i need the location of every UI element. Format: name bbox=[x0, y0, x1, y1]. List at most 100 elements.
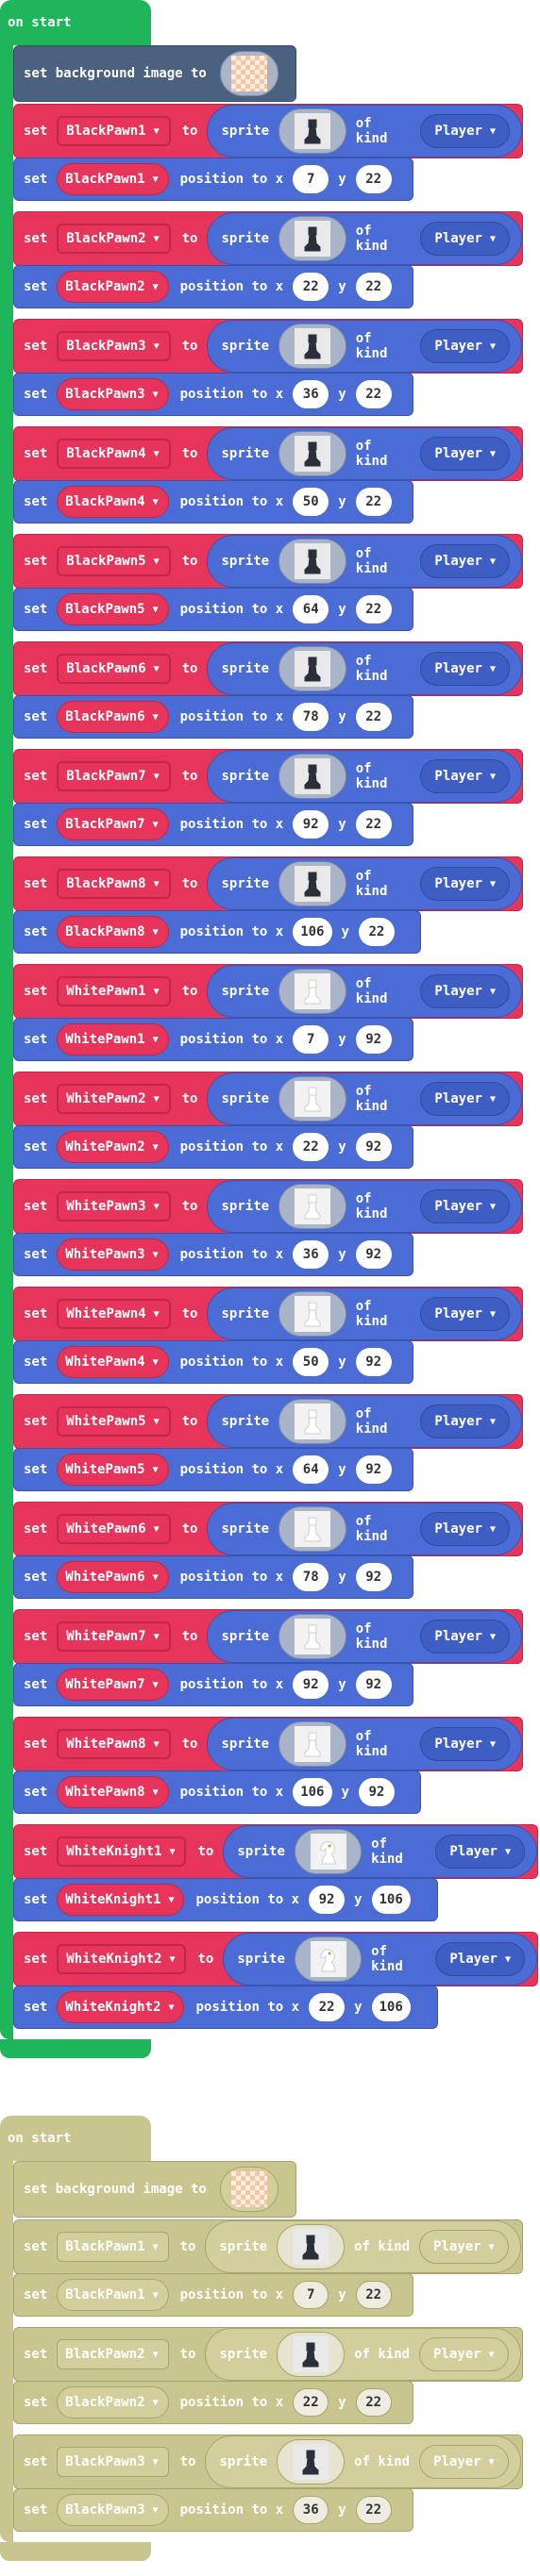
set-sprite-block[interactable]: set WhitePawn7 ▼ to sprite of kind Player ▼ bbox=[13, 1609, 523, 1664]
variable-dropdown[interactable]: WhitePawn3 ▼ bbox=[57, 1238, 169, 1271]
variable-dropdown[interactable]: WhiteKnight1 ▼ bbox=[57, 1884, 185, 1916]
set-position-block[interactable]: set WhitePawn8 ▼ position to x 106 y 92 bbox=[13, 1770, 421, 1814]
x-value-input[interactable]: 22 bbox=[293, 1133, 329, 1161]
variable-dropdown[interactable]: WhiteKnight2 ▼ bbox=[57, 1991, 185, 2023]
set-sprite-block[interactable]: set BlackPawn2 ▼ to sprite of kind Player ▼ bbox=[13, 2327, 523, 2382]
sprite-image-picker[interactable] bbox=[278, 216, 346, 261]
set-sprite-block[interactable]: set WhitePawn2 ▼ to sprite of kind Player ▼ bbox=[13, 1072, 523, 1126]
sprite-create-block[interactable]: sprite of kind Player ▼ bbox=[207, 857, 522, 910]
set-position-block[interactable]: set WhiteKnight1 ▼ position to x 92 y 106 bbox=[13, 1878, 438, 1921]
x-value-input[interactable]: 7 bbox=[293, 2281, 329, 2309]
variable-dropdown[interactable]: BlackPawn8 ▼ bbox=[57, 869, 171, 899]
set-background-block[interactable]: set background image to bbox=[13, 45, 296, 102]
kind-dropdown[interactable]: Player ▼ bbox=[420, 759, 510, 793]
x-value-input[interactable]: 50 bbox=[293, 488, 329, 516]
variable-dropdown[interactable]: BlackPawn1 ▼ bbox=[57, 163, 169, 195]
y-value-input[interactable]: 92 bbox=[355, 1025, 392, 1054]
x-value-input[interactable]: 22 bbox=[293, 273, 329, 301]
set-sprite-block[interactable]: set BlackPawn6 ▼ to sprite of kind Player ▼ bbox=[13, 641, 523, 696]
variable-dropdown[interactable]: BlackPawn3 ▼ bbox=[57, 331, 171, 361]
kind-dropdown[interactable]: Player ▼ bbox=[420, 867, 510, 901]
sprite-image-picker[interactable] bbox=[277, 2224, 346, 2269]
kind-dropdown[interactable]: Player ▼ bbox=[420, 222, 510, 256]
variable-dropdown[interactable]: BlackPawn2 ▼ bbox=[57, 2339, 169, 2369]
sprite-image-picker[interactable] bbox=[278, 969, 346, 1014]
set-position-block[interactable]: set WhitePawn7 ▼ position to x 92 y 92 bbox=[13, 1663, 413, 1706]
background-image-picker[interactable] bbox=[219, 51, 278, 96]
set-sprite-block[interactable]: set WhitePawn4 ▼ to sprite of kind Player ▼ bbox=[13, 1287, 523, 1341]
set-position-block[interactable]: set BlackPawn1 ▼ position to x 7 y 22 bbox=[13, 2273, 413, 2317]
y-value-input[interactable]: 106 bbox=[371, 1886, 411, 1914]
variable-dropdown[interactable]: WhitePawn7 ▼ bbox=[57, 1621, 171, 1652]
variable-dropdown[interactable]: BlackPawn7 ▼ bbox=[57, 761, 171, 791]
x-value-input[interactable]: 36 bbox=[293, 2496, 329, 2524]
set-sprite-block[interactable]: set BlackPawn1 ▼ to sprite of kind Player ▼ bbox=[13, 2219, 523, 2274]
kind-dropdown[interactable]: Player ▼ bbox=[420, 329, 510, 363]
set-sprite-block[interactable]: set WhiteKnight1 ▼ to sprite of kind Player ▼ bbox=[13, 1824, 538, 1879]
variable-dropdown[interactable]: WhiteKnight2 ▼ bbox=[57, 1944, 187, 1974]
set-sprite-block[interactable]: set BlackPawn2 ▼ to sprite of kind Player ▼ bbox=[13, 211, 523, 266]
variable-dropdown[interactable]: WhitePawn3 ▼ bbox=[57, 1191, 171, 1222]
variable-dropdown[interactable]: BlackPawn1 ▼ bbox=[57, 116, 171, 146]
y-value-input[interactable]: 92 bbox=[355, 1563, 392, 1591]
variable-dropdown[interactable]: WhitePawn8 ▼ bbox=[57, 1776, 169, 1808]
sprite-create-block[interactable]: sprite of kind Player ▼ bbox=[223, 1933, 537, 1986]
set-sprite-block[interactable]: set BlackPawn8 ▼ to sprite of kind Player ▼ bbox=[13, 856, 523, 911]
x-value-input[interactable]: 22 bbox=[293, 2388, 329, 2417]
sprite-create-block[interactable]: sprite of kind Player ▼ bbox=[205, 2435, 521, 2488]
y-value-input[interactable]: 22 bbox=[355, 165, 392, 193]
set-sprite-block[interactable]: set WhitePawn3 ▼ to sprite of kind Player ▼ bbox=[13, 1179, 523, 1234]
set-sprite-block[interactable]: set BlackPawn4 ▼ to sprite of kind Player ▼ bbox=[13, 426, 523, 481]
variable-dropdown[interactable]: BlackPawn8 ▼ bbox=[57, 916, 169, 948]
sprite-create-block[interactable]: sprite of kind Player ▼ bbox=[207, 212, 522, 265]
sprite-create-block[interactable]: sprite of kind Player ▼ bbox=[207, 1503, 522, 1555]
x-value-input[interactable]: 22 bbox=[309, 1993, 346, 2021]
set-position-block[interactable]: set BlackPawn3 ▼ position to x 36 y 22 bbox=[13, 2488, 413, 2532]
y-value-input[interactable]: 106 bbox=[371, 1993, 411, 2021]
y-value-input[interactable]: 92 bbox=[355, 1240, 392, 1269]
sprite-create-block[interactable]: sprite of kind Player ▼ bbox=[207, 1180, 522, 1233]
variable-dropdown[interactable]: BlackPawn2 ▼ bbox=[57, 2386, 169, 2418]
set-position-block[interactable]: set BlackPawn6 ▼ position to x 78 y 22 bbox=[13, 695, 413, 739]
set-sprite-block[interactable]: set BlackPawn7 ▼ to sprite of kind Player ▼ bbox=[13, 749, 523, 804]
variable-dropdown[interactable]: BlackPawn6 ▼ bbox=[57, 701, 169, 733]
variable-dropdown[interactable]: WhitePawn5 ▼ bbox=[57, 1454, 169, 1486]
set-sprite-block[interactable]: set WhitePawn5 ▼ to sprite of kind Player ▼ bbox=[13, 1394, 523, 1449]
sprite-create-block[interactable]: sprite of kind Player ▼ bbox=[223, 1825, 537, 1878]
kind-dropdown[interactable]: Player ▼ bbox=[420, 1512, 510, 1546]
variable-dropdown[interactable]: BlackPawn3 ▼ bbox=[57, 2447, 169, 2477]
event-hat-block[interactable]: on start bbox=[0, 0, 151, 45]
sprite-create-block[interactable]: sprite of kind Player ▼ bbox=[207, 535, 522, 588]
set-position-block[interactable]: set WhitePawn5 ▼ position to x 64 y 92 bbox=[13, 1448, 413, 1491]
sprite-image-picker[interactable] bbox=[278, 754, 346, 799]
x-value-input[interactable]: 64 bbox=[293, 595, 329, 623]
variable-dropdown[interactable]: BlackPawn3 ▼ bbox=[57, 2494, 169, 2526]
sprite-create-block[interactable]: sprite of kind Player ▼ bbox=[207, 320, 522, 373]
variable-dropdown[interactable]: BlackPawn6 ▼ bbox=[57, 654, 171, 684]
x-value-input[interactable]: 7 bbox=[293, 165, 329, 193]
sprite-image-picker[interactable] bbox=[277, 2332, 346, 2377]
y-value-input[interactable]: 92 bbox=[355, 1133, 392, 1161]
kind-dropdown[interactable]: Player ▼ bbox=[420, 1727, 510, 1761]
x-value-input[interactable]: 92 bbox=[309, 1886, 346, 1914]
set-position-block[interactable]: set BlackPawn2 ▼ position to x 22 y 22 bbox=[13, 265, 413, 308]
kind-dropdown[interactable]: Player ▼ bbox=[420, 544, 510, 578]
y-value-input[interactable]: 22 bbox=[355, 380, 392, 408]
sprite-image-picker[interactable] bbox=[294, 1936, 363, 1982]
kind-dropdown[interactable]: Player ▼ bbox=[435, 1835, 525, 1869]
variable-dropdown[interactable]: WhitePawn4 ▼ bbox=[57, 1346, 169, 1378]
variable-dropdown[interactable]: WhitePawn6 ▼ bbox=[57, 1514, 171, 1544]
variable-dropdown[interactable]: WhitePawn7 ▼ bbox=[57, 1669, 169, 1701]
kind-dropdown[interactable]: Player ▼ bbox=[420, 114, 510, 148]
x-value-input[interactable]: 7 bbox=[293, 1025, 329, 1054]
variable-dropdown[interactable]: BlackPawn2 ▼ bbox=[57, 271, 169, 303]
variable-dropdown[interactable]: BlackPawn1 ▼ bbox=[57, 2232, 169, 2262]
y-value-input[interactable]: 92 bbox=[355, 1348, 392, 1376]
y-value-input[interactable]: 92 bbox=[355, 1455, 392, 1484]
sprite-image-picker[interactable] bbox=[278, 1614, 346, 1659]
x-value-input[interactable]: 78 bbox=[293, 703, 329, 731]
y-value-input[interactable]: 22 bbox=[355, 595, 392, 623]
sprite-image-picker[interactable] bbox=[277, 2439, 346, 2485]
variable-dropdown[interactable]: BlackPawn4 ▼ bbox=[57, 486, 169, 518]
y-value-input[interactable]: 22 bbox=[355, 488, 392, 516]
